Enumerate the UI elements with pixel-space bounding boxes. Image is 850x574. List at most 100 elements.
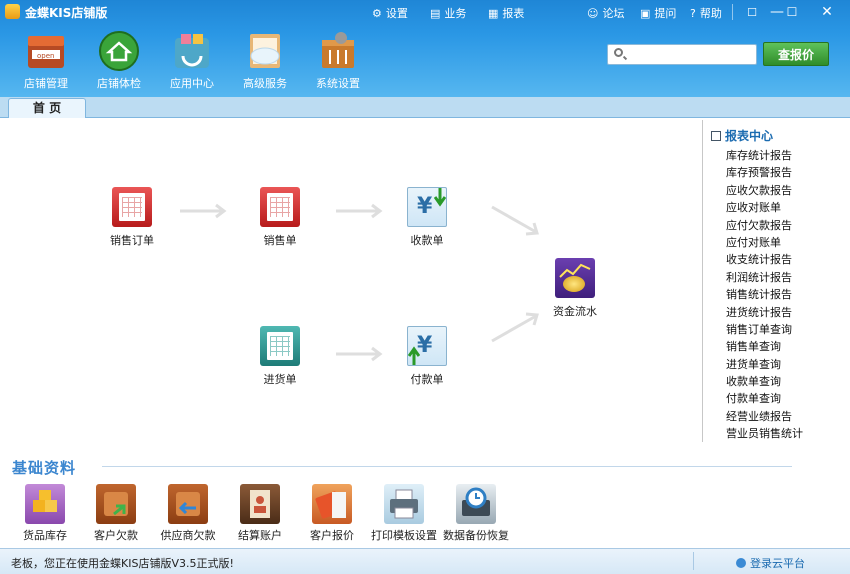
toolbar-store-management[interactable]: open 店铺管理 <box>13 30 79 91</box>
search-icon <box>614 48 623 57</box>
flow-arrow-icon <box>180 203 227 219</box>
menu-ask-label: 提问 <box>654 7 677 20</box>
basic-backup-restore[interactable]: 数据备份恢复 <box>441 484 511 543</box>
user-icon <box>736 558 746 568</box>
toolbar-store-check[interactable]: 店铺体检 <box>86 30 152 91</box>
toolbar-app-center[interactable]: 应用中心 <box>159 30 225 91</box>
cash-flow-icon <box>555 258 595 298</box>
toolbar-system-settings[interactable]: 系统设置 <box>305 30 371 91</box>
window-title: 金蝶KIS店铺版 <box>25 6 108 20</box>
status-separator <box>693 552 694 570</box>
report-link[interactable]: 应收欠款报告 <box>726 182 803 199</box>
flow-sales[interactable]: 销售单 <box>245 187 315 248</box>
flow-receipt[interactable]: ¥ 收款单 <box>392 187 462 248</box>
gear-icon: ⚙ <box>372 6 382 20</box>
flow-arrow-icon <box>491 312 539 343</box>
store-icon: open <box>25 30 67 72</box>
report-link[interactable]: 进货统计报告 <box>726 304 803 321</box>
search-field[interactable] <box>607 44 757 65</box>
menu-settings[interactable]: ⚙ 设置 <box>372 5 408 21</box>
report-link[interactable]: 经营业绩报告 <box>726 408 803 425</box>
report-link[interactable]: 营业员销售统计 <box>726 425 803 442</box>
basic-settlement-account[interactable]: 结算账户 <box>225 484 295 543</box>
report-link[interactable]: 应付对账单 <box>726 234 803 251</box>
report-link[interactable]: 收支统计报告 <box>726 251 803 268</box>
report-link[interactable]: 销售统计报告 <box>726 286 803 303</box>
basic-info-title: 基础资料 <box>12 459 77 477</box>
app-center-icon <box>171 30 213 72</box>
settings-box-icon <box>317 30 359 72</box>
menu-business-label: 业务 <box>444 7 467 20</box>
tab-home[interactable]: 首 页 <box>8 98 86 118</box>
menu-help-label: 帮助 <box>699 7 722 20</box>
search-input[interactable] <box>630 46 754 64</box>
report-link[interactable]: 应付欠款报告 <box>726 217 803 234</box>
report-link[interactable]: 库存统计报告 <box>726 147 803 164</box>
status-bar: 老板，您正在使用金蝶KIS店铺版V3.5正式版! 登录云平台 <box>0 548 850 574</box>
basic-item-label: 货品库存 <box>23 529 67 542</box>
printer-icon <box>384 484 424 524</box>
flow-cash-flow[interactable]: 资金流水 <box>540 258 610 319</box>
toolbar-advanced-service[interactable]: 高级服务 <box>232 30 298 91</box>
purchase-icon <box>260 326 300 366</box>
report-center: 报表中心 库存统计报告 库存预警报告 应收欠款报告 应收对账单 应付欠款报告 应… <box>702 120 850 442</box>
menu-forum[interactable]: ☺ 论坛 <box>587 5 624 21</box>
flow-payment[interactable]: ¥ 付款单 <box>392 326 462 387</box>
supplier-debt-icon <box>168 484 208 524</box>
report-link[interactable]: 进货单查询 <box>726 356 803 373</box>
report-link[interactable]: 利润统计报告 <box>726 269 803 286</box>
flow-label: 进货单 <box>263 373 297 386</box>
menu-business[interactable]: ▤ 业务 <box>430 5 466 21</box>
report-center-header: 报表中心 <box>711 127 773 144</box>
close-button[interactable]: ✕ <box>810 0 844 24</box>
flow-arrow-icon <box>336 203 383 219</box>
report-list: 库存统计报告 库存预警报告 应收欠款报告 应收对账单 应付欠款报告 应付对账单 … <box>726 147 803 443</box>
sales-order-icon <box>112 187 152 227</box>
status-message: 老板，您正在使用金蝶KIS店铺版V3.5正式版! <box>11 557 234 570</box>
menu-report[interactable]: ▦ 报表 <box>488 5 524 21</box>
basic-item-label: 打印模板设置 <box>371 529 437 542</box>
forum-icon: ☺ <box>587 6 599 20</box>
basic-customer-debt[interactable]: 客户欠款 <box>81 484 151 543</box>
payment-icon: ¥ <box>407 326 447 366</box>
report-link[interactable]: 库存预警报告 <box>726 164 803 181</box>
basic-item-label: 客户欠款 <box>94 529 138 542</box>
flow-label: 收款单 <box>410 234 444 247</box>
toolbar-label: 应用中心 <box>170 77 214 90</box>
menu-help[interactable]: ? 帮助 <box>690 5 722 21</box>
flow-arrow-icon <box>491 205 539 236</box>
house-check-icon <box>98 30 140 72</box>
toolbar-label: 高级服务 <box>243 77 287 90</box>
basic-print-template[interactable]: 打印模板设置 <box>369 484 439 543</box>
cloud-service-icon <box>244 30 286 72</box>
report-link[interactable]: 付款单查询 <box>726 390 803 407</box>
menu-ask[interactable]: ▣ 提问 <box>640 5 676 21</box>
basic-supplier-debt[interactable]: 供应商欠款 <box>153 484 223 543</box>
flow-label: 销售订单 <box>110 234 154 247</box>
report-icon: ▦ <box>488 6 499 20</box>
maximize-button[interactable]: ☐ <box>775 0 809 24</box>
report-link[interactable]: 应收对账单 <box>726 199 803 216</box>
login-cloud-label: 登录云平台 <box>750 557 805 570</box>
flow-sales-order[interactable]: 销售订单 <box>97 187 167 248</box>
basic-customer-quote[interactable]: 客户报价 <box>297 484 367 543</box>
flow-label: 销售单 <box>263 234 297 247</box>
basic-goods-stock[interactable]: 货品库存 <box>10 484 80 543</box>
flow-purchase[interactable]: 进货单 <box>245 326 315 387</box>
basic-item-label: 供应商欠款 <box>160 529 216 542</box>
window-control-separator <box>732 4 733 20</box>
tab-strip: 首 页 <box>0 97 850 118</box>
menu-report-label: 报表 <box>502 7 525 20</box>
basic-info-divider <box>102 466 792 467</box>
login-cloud-link[interactable]: 登录云平台 <box>736 555 805 571</box>
report-link[interactable]: 收款单查询 <box>726 373 803 390</box>
help-icon: ? <box>690 6 696 20</box>
report-link[interactable]: 销售单查询 <box>726 338 803 355</box>
check-quote-button[interactable]: 查报价 <box>763 42 829 66</box>
app-window: 金蝶KIS店铺版 ⚙ 设置 ▤ 业务 ▦ 报表 ☺ 论坛 ▣ 提问 ? 帮助 ☐… <box>0 0 850 574</box>
menu-settings-label: 设置 <box>385 7 408 20</box>
customer-debt-icon <box>96 484 136 524</box>
report-link[interactable]: 销售订单查询 <box>726 321 803 338</box>
backup-restore-icon <box>456 484 496 524</box>
basic-item-label: 客户报价 <box>310 529 354 542</box>
